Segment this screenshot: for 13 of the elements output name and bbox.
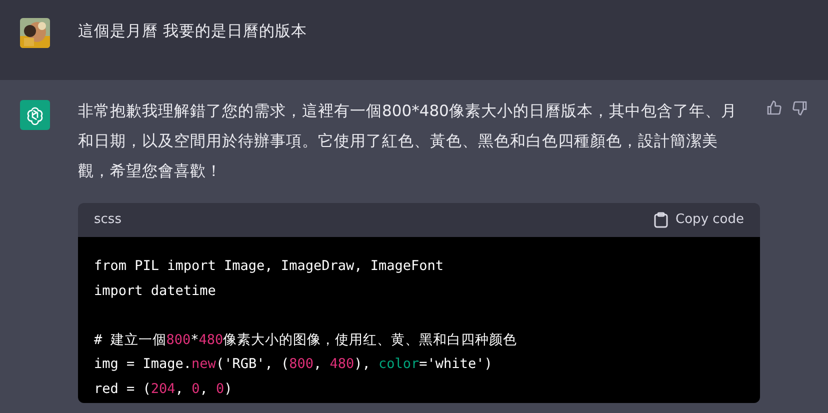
message-text: 這個是月曆 我要的是日曆的版本 — [78, 21, 307, 42]
thumbs-down-icon[interactable] — [792, 100, 808, 116]
clipboard-icon — [654, 212, 668, 228]
thumbs-up-icon[interactable] — [766, 100, 782, 116]
code-language: scss — [94, 211, 122, 230]
code-line: import datetime — [94, 282, 217, 300]
code-line: img = Image.new('RGB', (800, 480), color='white') — [94, 355, 494, 374]
code-line: # 建立一個800*480像素大小的图像，使用红、黄、黑和白四种颜色 — [94, 330, 518, 350]
code-line: red = (204, 0, 0) — [94, 380, 234, 398]
code-line: from PIL import Image, ImageDraw, ImageFont — [94, 257, 444, 276]
copy-code-button[interactable]: Copy code — [654, 210, 744, 230]
message-text: 非常抱歉我理解錯了您的需求，這裡有一個800*480像素大小的日曆版本，其中包含了年、月和日期，以及空間用於待辦事項。它使用了紅色、黃色、黑色和白色四種顏色，設計簡潔美觀，希望您會喜歡！ — [78, 101, 738, 182]
logo-icon — [25, 105, 45, 125]
